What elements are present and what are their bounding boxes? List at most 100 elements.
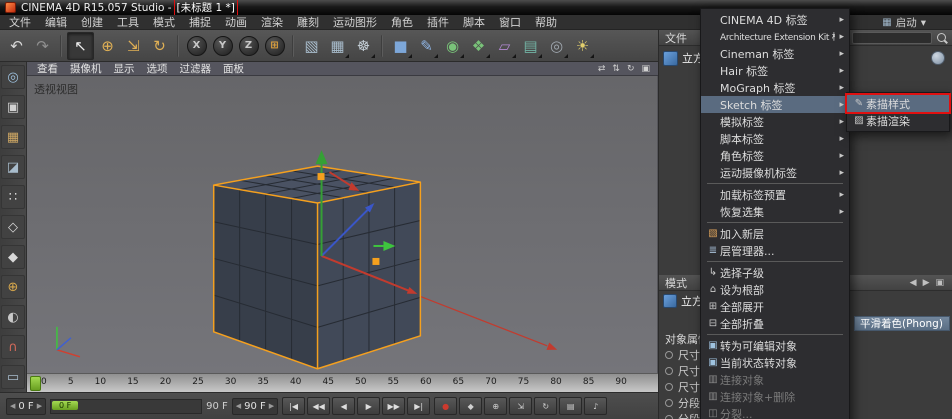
- live-selection-tool[interactable]: ↖: [67, 31, 94, 60]
- context-menu-item[interactable]: ⌂ 设为根部: [701, 281, 849, 298]
- add-cube-button[interactable]: ■: [388, 33, 413, 59]
- context-menu-item[interactable]: 模拟标签 ▸: [701, 113, 849, 130]
- y-axis-lock-button[interactable]: Y: [210, 33, 235, 59]
- render-picture-viewer-button[interactable]: ▦: [325, 33, 350, 59]
- move-tool[interactable]: ⊕: [95, 33, 120, 59]
- menu-item[interactable]: 雕刻: [290, 14, 326, 30]
- keyframe-dot-icon[interactable]: [665, 367, 673, 375]
- menu-item[interactable]: 运动图形: [326, 14, 384, 30]
- viewport-canvas[interactable]: 透视视图: [27, 76, 658, 374]
- submenu-item[interactable]: ✎ 素描样式: [845, 93, 951, 114]
- history-back-icon[interactable]: ◀: [910, 278, 917, 288]
- next-key-button[interactable]: ▶▶: [382, 397, 406, 415]
- context-menu-item[interactable]: ↳ 选择子级: [701, 264, 849, 281]
- keyframe-dot-icon[interactable]: [665, 415, 673, 419]
- keyframe-dot-icon[interactable]: [665, 399, 673, 407]
- menu-item[interactable]: 帮助: [528, 14, 564, 30]
- current-frame-spinner[interactable]: ◀ 0 F ▶: [6, 397, 47, 415]
- viewport-pan-icon[interactable]: ⇄: [598, 64, 606, 74]
- record-button[interactable]: ●: [434, 397, 458, 415]
- lock-icon[interactable]: ▣: [935, 278, 944, 288]
- enable-axis-icon[interactable]: ⊕: [1, 275, 25, 299]
- history-forward-icon[interactable]: ▶: [923, 278, 930, 288]
- viewport-menu-item[interactable]: 面板: [217, 61, 250, 76]
- viewport-menu-item[interactable]: 过滤器: [174, 61, 218, 76]
- context-menu-item[interactable]: 加载标签预置 ▸: [701, 186, 849, 203]
- gizmo-handle-square[interactable]: [372, 257, 380, 265]
- x-axis-lock-button[interactable]: X: [184, 33, 209, 59]
- context-menu-item[interactable]: 脚本标签 ▸: [701, 130, 849, 147]
- context-menu-item[interactable]: ⊞ 全部展开: [701, 298, 849, 315]
- menu-item[interactable]: 创建: [74, 14, 110, 30]
- menu-item[interactable]: 动画: [218, 14, 254, 30]
- record-rotation-button[interactable]: ↻: [534, 397, 558, 415]
- previous-key-button[interactable]: ◀◀: [307, 397, 331, 415]
- subdivision-surface-button[interactable]: ◉: [440, 33, 465, 59]
- timeline-playhead[interactable]: [30, 376, 41, 391]
- menu-item[interactable]: 捕捉: [182, 14, 218, 30]
- viewport-menu-item[interactable]: 查看: [31, 61, 64, 76]
- menu-item[interactable]: 模式: [146, 14, 182, 30]
- texture-mode-icon[interactable]: ▦: [1, 125, 25, 149]
- timeline-slider-handle[interactable]: 0 F: [52, 400, 79, 410]
- autokey-button[interactable]: ◆: [459, 397, 483, 415]
- context-menu-item[interactable]: Architecture Extension Kit 标签 ▸: [701, 28, 849, 45]
- points-mode-icon[interactable]: ∷: [1, 185, 25, 209]
- polygons-mode-icon[interactable]: ◆: [1, 245, 25, 269]
- coordinate-system-button[interactable]: ⊞: [262, 33, 287, 59]
- workplane-lock-icon[interactable]: ▭: [1, 365, 25, 389]
- play-button[interactable]: ▶: [357, 397, 381, 415]
- timeline-ruler[interactable]: 0 5 10 15 20 25 30 35 40 45 50 55 60 65 70 75 80 85 90: [27, 373, 658, 392]
- menu-item[interactable]: 脚本: [456, 14, 492, 30]
- context-menu-item[interactable]: Cineman 标签 ▸: [701, 45, 849, 62]
- context-menu-item[interactable]: 恢复选集 ▸: [701, 203, 849, 220]
- viewport-menu-item[interactable]: 摄像机: [64, 61, 108, 76]
- phong-tag-icon[interactable]: [931, 51, 945, 65]
- context-menu-item[interactable]: 运动摄像机标签 ▸: [701, 164, 849, 181]
- go-to-end-button[interactable]: ▶|: [407, 397, 431, 415]
- viewport-solo-icon[interactable]: ◐: [1, 305, 25, 329]
- timeline-range-slider[interactable]: 0 F: [50, 398, 203, 414]
- spinner-left-icon[interactable]: ◀: [236, 402, 241, 410]
- redo-icon[interactable]: ↷: [30, 33, 55, 59]
- menu-item[interactable]: 工具: [110, 14, 146, 30]
- spinner-right-icon[interactable]: ▶: [269, 402, 274, 410]
- edges-mode-icon[interactable]: ◇: [1, 215, 25, 239]
- gizmo-handle-square[interactable]: [317, 173, 325, 181]
- camera-button[interactable]: ◎: [544, 33, 569, 59]
- object-manager-file-menu[interactable]: 文件: [665, 30, 687, 46]
- spinner-left-icon[interactable]: ◀: [10, 402, 15, 410]
- sound-button[interactable]: ♪: [584, 397, 608, 415]
- model-mode-icon[interactable]: ▣: [1, 95, 25, 119]
- menu-item[interactable]: 角色: [384, 14, 420, 30]
- viewport-rotate-icon[interactable]: ↻: [627, 64, 635, 74]
- range-end-spinner[interactable]: ◀ 90 F ▶: [231, 397, 279, 415]
- context-menu-item[interactable]: ▧ 加入新层: [701, 225, 849, 242]
- rotate-tool[interactable]: ↻: [147, 33, 172, 59]
- context-menu-item[interactable]: MoGraph 标签 ▸: [701, 79, 849, 96]
- render-view-button[interactable]: ▧: [299, 33, 324, 59]
- context-menu-item[interactable]: ▣ 当前状态转对象: [701, 354, 849, 371]
- record-parameter-button[interactable]: ▤: [559, 397, 583, 415]
- layout-selector[interactable]: ▦ 启动 ▾: [882, 15, 926, 30]
- record-scale-button[interactable]: ⇲: [509, 397, 533, 415]
- array-button[interactable]: ❖: [466, 33, 491, 59]
- menu-item[interactable]: 文件: [2, 14, 38, 30]
- environment-button[interactable]: ▤: [518, 33, 543, 59]
- cube-object[interactable]: [212, 165, 422, 370]
- keyframe-dot-icon[interactable]: [665, 383, 673, 391]
- viewport-menu-item[interactable]: 显示: [108, 61, 141, 76]
- context-menu-item[interactable]: ≣ 层管理器...: [701, 242, 849, 259]
- keyframe-dot-icon[interactable]: [665, 351, 673, 359]
- context-menu-item[interactable]: CINEMA 4D 标签 ▸: [701, 11, 849, 28]
- viewport-toggle-icon[interactable]: ▣: [641, 64, 650, 74]
- go-to-start-button[interactable]: |◀: [282, 397, 306, 415]
- viewport-view-label[interactable]: 透视视图: [34, 81, 78, 97]
- viewport-menu-item[interactable]: 选项: [141, 61, 174, 76]
- workplane-mode-icon[interactable]: ◪: [1, 155, 25, 179]
- snap-icon[interactable]: ∩: [1, 335, 25, 359]
- spline-pen-button[interactable]: ✎: [414, 33, 439, 59]
- phong-shading-row[interactable]: 平滑着色(Phong): [854, 316, 950, 331]
- render-settings-button[interactable]: ☸: [351, 33, 376, 59]
- make-editable-icon[interactable]: ◎: [1, 65, 25, 89]
